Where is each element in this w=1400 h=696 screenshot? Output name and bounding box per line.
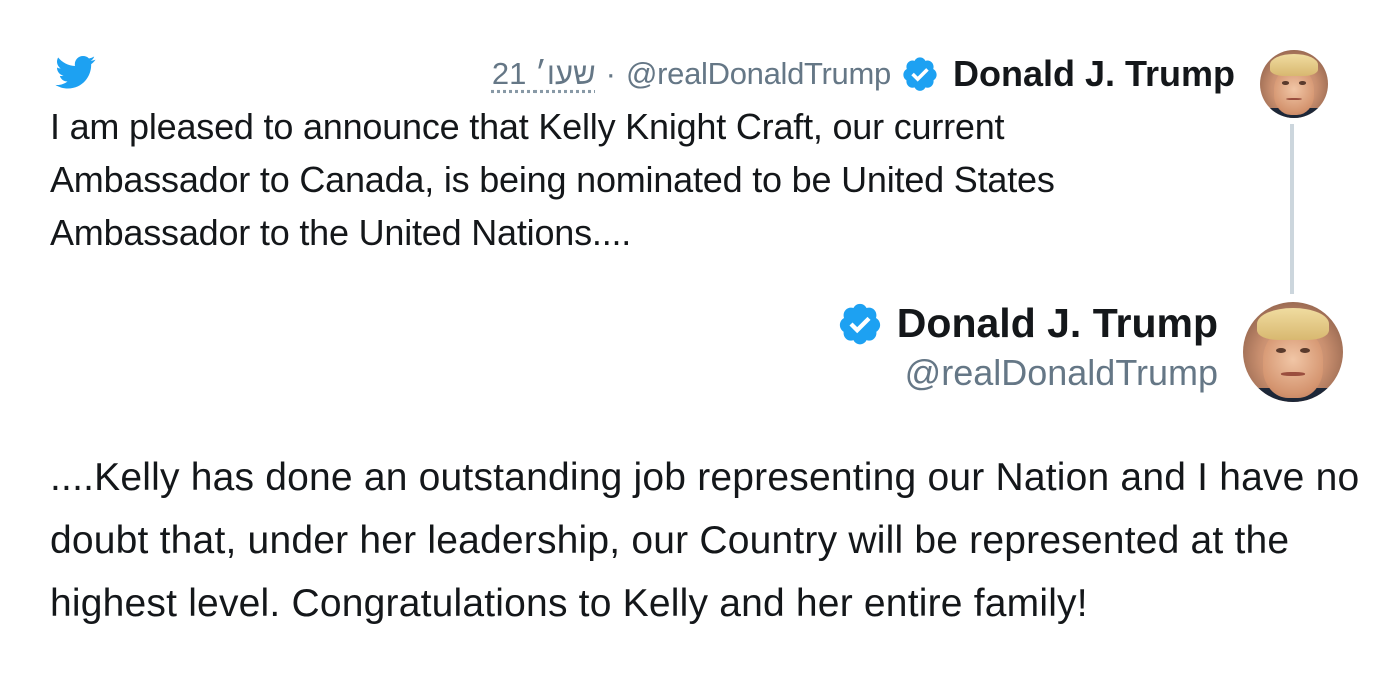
tweet1-author-name[interactable]: Donald J. Trump [953, 53, 1235, 95]
verified-badge-icon [903, 57, 937, 91]
tweet2-text: ....Kelly has done an outstanding job re… [50, 456, 1360, 625]
tweet1-handle[interactable]: @realDonaldTrump [626, 56, 891, 92]
tweet2-author: Donald J. Trump [837, 300, 1218, 347]
tweet1-header: 21 שעו׳ · @realDonaldTrump Donald J. Tru… [492, 50, 1235, 98]
tweet1-avatar[interactable] [1260, 50, 1328, 118]
tweet1-text: I am pleased to announce that Kelly Knig… [50, 106, 1055, 253]
tweet2-author-name[interactable]: Donald J. Trump [897, 300, 1218, 347]
tweet1-separator: · [605, 56, 616, 91]
tweet2-avatar[interactable] [1243, 302, 1343, 402]
tweet1-timestamp[interactable]: 21 שעו׳ [492, 56, 596, 92]
twitter-bird-icon[interactable] [54, 52, 98, 92]
tweet2-handle[interactable]: @realDonaldTrump [905, 352, 1218, 394]
verified-badge-icon [839, 303, 880, 344]
thread-connector-line [1290, 124, 1294, 294]
